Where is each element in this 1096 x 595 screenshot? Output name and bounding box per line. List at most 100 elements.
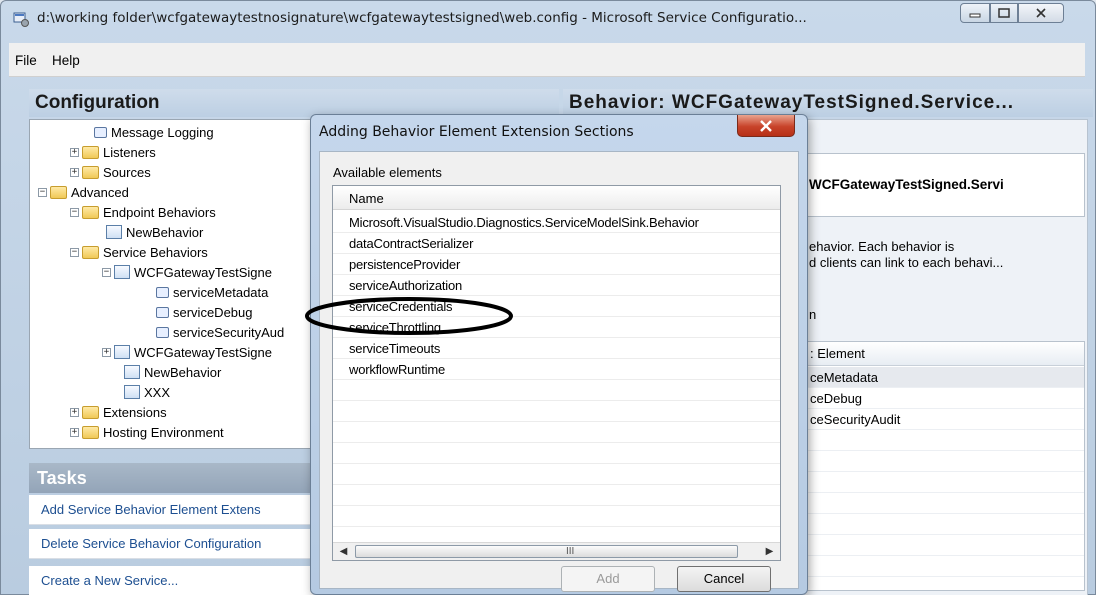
list-item[interactable]: Microsoft.VisualStudio.Diagnostics.Servi… [333,212,780,233]
task-add-extension-link[interactable]: Add Service Behavior Element Extens [29,495,319,525]
configuration-tree[interactable]: Message Logging + Listeners + Sources − Adv… [29,119,319,449]
behavior-icon [124,385,140,399]
collapse-icon[interactable]: − [70,207,79,217]
add-behavior-extension-dialog: Adding Behavior Element Extension Sectio… [310,114,808,595]
available-elements-label: Available elements [333,165,442,180]
highlight-ellipse [305,297,513,335]
minimize-button[interactable] [960,3,990,23]
list-item[interactable]: serviceAuthorization [333,275,780,296]
expand-icon[interactable]: + [102,347,111,357]
tree-node-message-logging[interactable]: Message Logging [94,122,214,142]
close-icon [1036,8,1046,18]
tree-node-newbehavior-service[interactable]: NewBehavior [124,362,221,382]
grid-row [792,493,1084,514]
tree-node-listeners[interactable]: + Listeners [70,142,156,162]
horizontal-scrollbar[interactable]: ◀ III ▶ [333,542,780,560]
cancel-button[interactable]: Cancel [677,566,771,592]
window-title: d:\working folder\wcfgatewaytestnosignat… [37,10,807,26]
grid-row [792,556,1084,577]
behavior-name-value: WCFGatewayTestSigned.Servi [809,177,1004,192]
grid-row[interactable]: ceSecurityAudit [792,409,1084,430]
tree-node-wcfgatewaytestsigned-2[interactable]: + WCFGatewayTestSigne [102,342,272,362]
dialog-title: Adding Behavior Element Extension Sectio… [319,124,634,140]
list-item [333,506,780,527]
elements-section-label: n [809,307,817,322]
behavior-description: ehavior. Each behavior is d clients can … [809,239,1079,271]
expand-icon[interactable]: + [70,147,79,157]
node-icon [94,126,107,138]
collapse-icon[interactable]: − [102,267,111,277]
grid-row [792,514,1084,535]
close-icon [760,119,772,132]
node-icon [156,326,169,338]
behavior-icon [114,265,130,279]
folder-icon [82,165,99,179]
tree-node-extensions[interactable]: + Extensions [70,402,167,422]
tree-node-endpoint-behaviors[interactable]: − Endpoint Behaviors [70,202,216,222]
list-item[interactable]: serviceTimeouts [333,338,780,359]
scroll-left-icon[interactable]: ◀ [335,544,352,559]
grid-row[interactable]: ceMetadata [792,367,1084,388]
list-item [333,464,780,485]
dialog-close-button[interactable] [737,115,795,137]
tasks-header: Tasks [29,463,319,493]
list-item [333,401,780,422]
folder-icon [82,425,99,439]
folder-icon [50,185,67,199]
grid-row [792,451,1084,472]
description-line-2: d clients can link to each behavi... [809,255,1004,270]
available-elements-list[interactable]: Name Microsoft.VisualStudio.Diagnostics.… [332,185,781,561]
add-button[interactable]: Add [561,566,655,592]
grid-row[interactable]: ceDebug [792,388,1084,409]
collapse-icon[interactable]: − [38,187,47,197]
tree-node-wcfgatewaytestsigned-1[interactable]: − WCFGatewayTestSigne [102,262,272,282]
folder-icon [82,405,99,419]
scroll-thumb[interactable]: III [355,545,738,558]
tree-node-servicesecurityaudit[interactable]: serviceSecurityAud [156,322,284,342]
close-button[interactable] [1018,3,1064,23]
task-create-service-link[interactable]: Create a New Service... [29,566,319,595]
folder-icon [82,245,99,259]
collapse-icon[interactable]: − [70,247,79,257]
tree-node-sources[interactable]: + Sources [70,162,151,182]
list-item[interactable]: workflowRuntime [333,359,780,380]
tree-node-servicemetadata[interactable]: serviceMetadata [156,282,268,302]
description-line-1: ehavior. Each behavior is [809,239,955,254]
node-icon [156,306,169,318]
expand-icon[interactable]: + [70,427,79,437]
title-bar[interactable]: d:\working folder\wcfgatewaytestnosignat… [1,1,1096,41]
node-icon [156,286,169,298]
behavior-elements-grid[interactable]: : Element ceMetadata ceDebug ceSecurityA… [791,341,1085,591]
name-column-header[interactable]: Name [333,186,780,210]
list-item [333,443,780,464]
behavior-icon [106,225,122,239]
scroll-right-icon[interactable]: ▶ [761,544,778,559]
tree-node-xxx[interactable]: XXX [124,382,170,402]
behavior-icon [124,365,140,379]
app-icon [13,12,29,27]
list-item[interactable]: dataContractSerializer [333,233,780,254]
tree-node-advanced[interactable]: − Advanced [38,182,129,202]
behavior-header: Behavior: WCFGatewayTestSigned.Service..… [563,89,1093,117]
maximize-button[interactable] [990,3,1018,23]
caption-buttons [960,3,1064,25]
expand-icon[interactable]: + [70,167,79,177]
tree-node-hosting-environment[interactable]: + Hosting Environment [70,422,224,442]
grid-column-header[interactable]: : Element [792,342,1084,366]
tree-node-service-behaviors[interactable]: − Service Behaviors [70,242,208,262]
grid-row [792,430,1084,451]
list-item [333,485,780,506]
folder-icon [82,205,99,219]
menu-file[interactable]: File [15,53,37,68]
list-item [333,380,780,401]
menu-help[interactable]: Help [52,53,80,68]
expand-icon[interactable]: + [70,407,79,417]
list-item [333,422,780,443]
maximize-icon [998,8,1010,18]
list-item[interactable]: persistenceProvider [333,254,780,275]
folder-icon [82,145,99,159]
tree-node-newbehavior-endpoint[interactable]: NewBehavior [106,222,203,242]
menu-bar: File Help [9,43,1085,77]
task-delete-configuration-link[interactable]: Delete Service Behavior Configuration [29,529,319,559]
tree-node-servicedebug[interactable]: serviceDebug [156,302,253,322]
